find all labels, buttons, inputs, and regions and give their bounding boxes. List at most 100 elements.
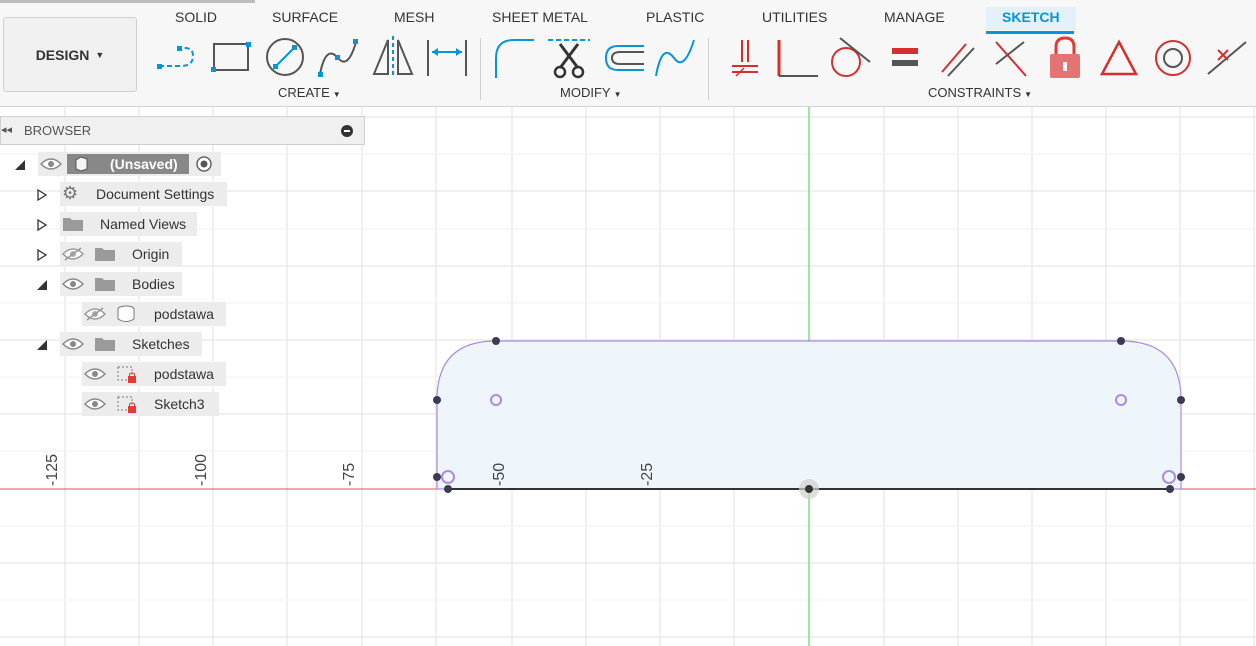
tab-mesh[interactable]: MESH bbox=[394, 9, 434, 25]
axis-label: -100 bbox=[193, 453, 210, 486]
fix-constraint-tool[interactable] bbox=[722, 34, 768, 82]
tree-item-document-settings[interactable]: ⚙ Document Settings bbox=[60, 182, 227, 206]
chevron-down-icon: ▼ bbox=[332, 90, 341, 99]
tree-item-sketches[interactable]: Sketches bbox=[60, 332, 202, 356]
create-menu[interactable]: CREATE ▼ bbox=[278, 85, 341, 100]
create-menu-label: CREATE bbox=[278, 85, 330, 100]
axis-label: -25 bbox=[639, 462, 656, 486]
coincident-constraint-tool[interactable] bbox=[774, 34, 820, 82]
tab-sketch[interactable]: SKETCH bbox=[986, 7, 1076, 30]
tab-solid[interactable]: SOLID bbox=[175, 9, 217, 25]
tab-manage[interactable]: MANAGE bbox=[884, 9, 945, 25]
tree-item-label: Sketch3 bbox=[154, 396, 205, 412]
sketch-profile bbox=[436, 340, 1182, 490]
workspace-dropdown[interactable]: DESIGN ▼ bbox=[3, 17, 137, 92]
spline-icon bbox=[318, 39, 358, 77]
eye-icon bbox=[84, 368, 106, 380]
folder-icon bbox=[95, 278, 115, 291]
eye-icon bbox=[62, 278, 84, 290]
expand-triangle-icon[interactable] bbox=[36, 219, 48, 231]
perpendicular-constraint-tool[interactable] bbox=[988, 34, 1034, 82]
body-icon bbox=[117, 305, 135, 322]
tree-item-sketch-podstawa[interactable]: podstawa bbox=[82, 362, 226, 386]
tree-item-origin[interactable]: Origin bbox=[60, 242, 182, 266]
offset-tool[interactable] bbox=[600, 34, 646, 82]
perpendicular-icon bbox=[995, 41, 1027, 77]
origin-point bbox=[799, 479, 819, 499]
minimize-icon[interactable] bbox=[341, 125, 353, 137]
equal-constraint-tool[interactable] bbox=[882, 34, 928, 82]
spline-tool[interactable] bbox=[316, 34, 362, 82]
midpoint-constraint-tool[interactable] bbox=[1204, 34, 1250, 82]
expand-triangle-icon[interactable] bbox=[36, 189, 48, 201]
trim-icon bbox=[548, 39, 590, 79]
tangent-icon bbox=[831, 37, 871, 77]
dimension-icon bbox=[427, 40, 467, 76]
parallel-icon bbox=[941, 43, 975, 77]
sketch-locked-icon bbox=[117, 396, 136, 413]
chevron-down-icon: ▼ bbox=[613, 90, 622, 99]
modify-menu[interactable]: MODIFY ▼ bbox=[560, 85, 621, 100]
mirror-tool[interactable] bbox=[370, 34, 416, 82]
constraints-menu[interactable]: CONSTRAINTS ▼ bbox=[928, 85, 1032, 100]
lock-constraint-tool[interactable] bbox=[1042, 34, 1088, 82]
rectangle-tool[interactable] bbox=[208, 34, 254, 82]
lock-icon bbox=[1050, 36, 1080, 78]
fillet-tool[interactable] bbox=[490, 34, 536, 82]
line-tool[interactable] bbox=[155, 34, 201, 82]
fix-icon bbox=[732, 40, 758, 77]
expand-triangle-icon[interactable] bbox=[36, 249, 48, 261]
trim-tool[interactable] bbox=[546, 34, 592, 82]
tab-surface[interactable]: SURFACE bbox=[272, 9, 338, 25]
tree-item-label: Bodies bbox=[132, 276, 175, 292]
tree-item-label: (Unsaved) bbox=[110, 156, 178, 172]
eye-hidden-icon bbox=[62, 247, 84, 261]
tangent-constraint-tool[interactable] bbox=[826, 34, 872, 82]
triangle-constraint-tool[interactable] bbox=[1096, 34, 1142, 82]
offset-icon bbox=[604, 45, 644, 71]
parallel-constraint-tool[interactable] bbox=[934, 34, 980, 82]
tree-item-label: Sketches bbox=[132, 336, 190, 352]
fillet-icon bbox=[495, 39, 534, 78]
collapse-triangle-icon[interactable] bbox=[36, 339, 48, 351]
tab-utilities[interactable]: UTILITIES bbox=[762, 9, 827, 25]
folder-icon bbox=[63, 218, 83, 231]
collapse-panel-icon[interactable]: ◂◂ bbox=[1, 123, 12, 136]
divider bbox=[708, 38, 709, 100]
tab-plastic[interactable]: PLASTIC bbox=[646, 9, 704, 25]
tree-item-label: Origin bbox=[132, 246, 170, 262]
component-icon bbox=[75, 156, 88, 172]
circle-tool[interactable] bbox=[262, 34, 308, 82]
curve-tool[interactable] bbox=[652, 34, 698, 82]
modify-menu-label: MODIFY bbox=[560, 85, 611, 100]
tree-item-label: Document Settings bbox=[96, 186, 215, 202]
tab-sheet-metal[interactable]: SHEET METAL bbox=[492, 9, 588, 25]
tree-item-named-views[interactable]: Named Views bbox=[60, 212, 197, 236]
midpoint-icon bbox=[1207, 41, 1247, 75]
axis-label: -75 bbox=[341, 462, 358, 486]
mirror-icon bbox=[372, 36, 414, 78]
tree-item-root[interactable]: (Unsaved) bbox=[38, 152, 221, 176]
tree-item-bodies[interactable]: Bodies bbox=[60, 272, 182, 296]
tree-item-body-podstawa[interactable]: podstawa bbox=[82, 302, 226, 326]
workspace-label: DESIGN bbox=[35, 46, 90, 63]
browser-header: ◂◂ BROWSER bbox=[0, 116, 365, 145]
rectangle-icon bbox=[211, 42, 251, 72]
dimension-tool[interactable] bbox=[424, 34, 470, 82]
divider bbox=[480, 38, 481, 100]
circle-icon bbox=[266, 38, 304, 76]
curve-icon bbox=[655, 39, 695, 77]
eye-hidden-icon bbox=[84, 307, 106, 321]
tree-item-label: podstawa bbox=[154, 306, 214, 322]
concentric-constraint-tool[interactable] bbox=[1150, 34, 1196, 82]
chevron-down-icon: ▼ bbox=[95, 49, 105, 60]
axis-label: -50 bbox=[491, 462, 508, 486]
collapse-triangle-icon[interactable] bbox=[14, 159, 26, 171]
chevron-down-icon: ▼ bbox=[1024, 90, 1033, 99]
tree-item-sketch3[interactable]: Sketch3 bbox=[82, 392, 219, 416]
folder-icon bbox=[95, 338, 115, 351]
tree-item-label: podstawa bbox=[154, 366, 214, 382]
collapse-triangle-icon[interactable] bbox=[36, 279, 48, 291]
eye-icon bbox=[40, 158, 62, 170]
folder-icon bbox=[95, 248, 115, 261]
